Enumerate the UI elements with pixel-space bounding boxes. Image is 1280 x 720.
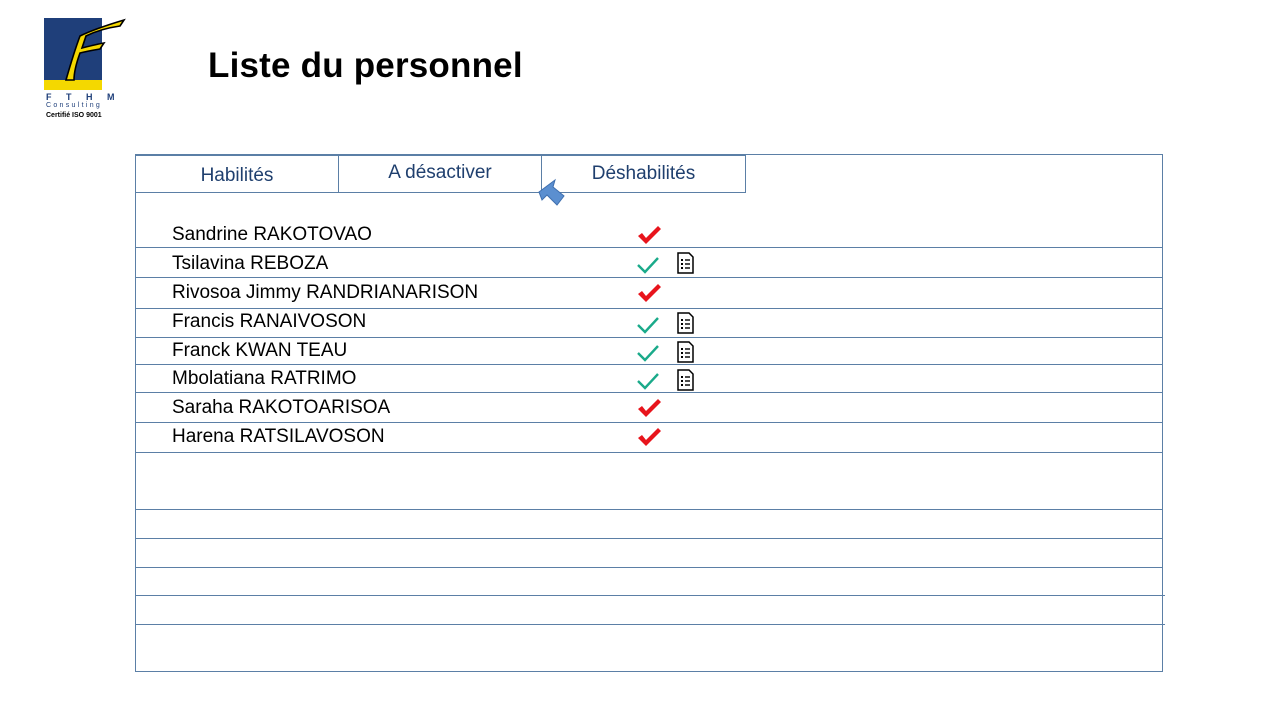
row-divider [135,452,1163,453]
logo-tagline: Consulting [46,102,103,109]
green-check-icon [637,345,659,362]
row-divider [135,277,1163,278]
document-list-icon[interactable] [676,341,695,363]
red-check-icon [638,399,661,417]
green-check-icon [637,257,659,274]
row-divider [135,337,1163,338]
document-list-icon[interactable] [676,252,695,274]
pointer-arrow-icon [538,178,565,206]
tab-deshabilites[interactable]: Déshabilités [541,155,746,193]
green-check-icon [637,373,659,390]
row-divider [135,538,1163,539]
document-list-icon[interactable] [676,369,695,391]
list-item[interactable]: Tsilavina REBOZA [172,253,328,275]
page-title: Liste du personnel [208,46,523,85]
logo-certification: Certifié ISO 9001 [46,112,102,119]
row-divider [135,509,1163,510]
row-divider [135,422,1163,423]
tab-deshabilites-label: Déshabilités [591,163,696,184]
list-item[interactable]: Francis RANAIVOSON [172,311,366,333]
company-logo: F T H M Consulting Certifié ISO 9001 [44,18,128,124]
row-divider [135,624,1165,625]
row-divider [135,247,1163,248]
row-divider [135,364,1163,365]
row-divider [135,567,1163,568]
document-list-icon[interactable] [676,312,695,334]
tab-habilites-label: Habilités [200,164,274,186]
list-item[interactable]: Rivosoa Jimmy RANDRIANARISON [172,282,478,304]
tab-habilites[interactable]: Habilités [135,155,339,193]
row-divider [135,308,1163,309]
logo-f-icon [64,18,126,81]
logo-name: F T H M [46,92,121,102]
list-item[interactable]: Franck KWAN TEAU [172,340,347,362]
row-divider [135,595,1165,596]
red-check-icon [638,428,661,446]
green-check-icon [637,317,659,334]
tab-a-desactiver-label: A désactiver [388,162,492,183]
list-item[interactable]: Mbolatiana RATRIMO [172,368,356,390]
list-item[interactable]: Harena RATSILAVOSON [172,426,385,448]
list-item[interactable]: Saraha RAKOTOARISOA [172,397,390,419]
list-item[interactable]: Sandrine RAKOTOVAO [172,224,372,246]
row-divider [135,392,1163,393]
red-check-icon [638,284,661,302]
red-check-icon [638,226,661,244]
tab-a-desactiver[interactable]: A désactiver [338,155,542,193]
